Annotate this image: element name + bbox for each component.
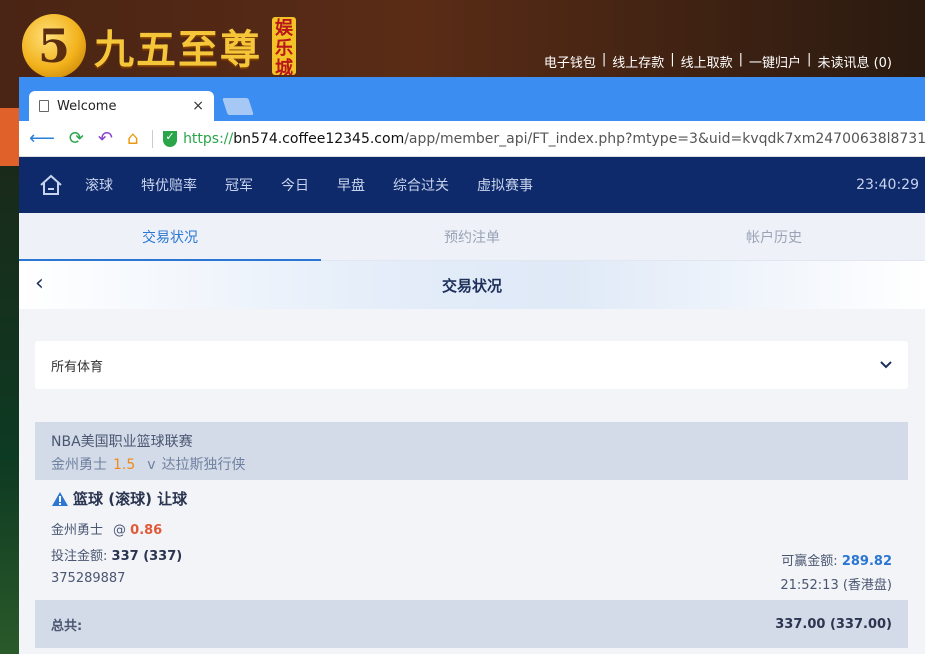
topnav-deposit[interactable]: 线上存款 (612, 52, 664, 71)
logo-tag: 娱乐城 (272, 17, 296, 75)
clock: 23:40:29 (856, 177, 919, 193)
league-name: NBA美国职业篮球联赛 (51, 434, 193, 450)
browser-tab-welcome[interactable]: Welcome × (29, 91, 214, 121)
topnav-messages[interactable]: 未读讯息 (0) (817, 52, 892, 71)
bet-type: 篮球 (滚球) 让球 (51, 488, 892, 509)
topnav-separator: | (670, 52, 675, 67)
nav-champion[interactable]: 冠军 (225, 175, 253, 195)
refresh-icon[interactable]: ⟳ (69, 128, 84, 149)
browser-window: Welcome × ⟵ ⟳ ↶ ⌂ https://bn574.coffee12… (19, 77, 925, 654)
tab-title: Welcome (57, 98, 117, 114)
odds-value: 0.86 (130, 523, 163, 538)
total-value: 337.00 (337.00) (775, 616, 892, 632)
document-icon (39, 100, 49, 112)
tab-reservations[interactable]: 预约注单 (321, 213, 623, 260)
win-value: 289.82 (841, 554, 892, 569)
bet-type-label: 篮球 (滚球) 让球 (73, 490, 188, 508)
stake-label: 投注金额: (51, 549, 108, 564)
browser-tab-strip: Welcome × (19, 77, 925, 121)
app-nav-bar: 滚球 特优赔率 冠军 今日 早盘 综合过关 虚拟赛事 23:40:29 (19, 157, 925, 213)
sport-filter-select[interactable]: 所有体育 (35, 341, 908, 389)
filter-label: 所有体育 (51, 359, 104, 375)
nav-today[interactable]: 今日 (281, 175, 309, 195)
close-icon[interactable]: × (192, 98, 204, 114)
topnav-wallet[interactable]: 电子钱包 (544, 52, 596, 71)
background-decoration (0, 108, 19, 166)
address-bar: ⟵ ⟳ ↶ ⌂ https://bn574.coffee12345.com/ap… (19, 121, 925, 157)
nav-virtual[interactable]: 虚拟赛事 (477, 175, 533, 195)
stake-value: 337 (337) (111, 549, 183, 564)
bet-time: 21:52:13 (香港盘) (780, 578, 892, 593)
total-label: 总共: (51, 618, 83, 634)
win-label: 可赢金额: (781, 554, 838, 569)
warning-icon (51, 491, 69, 507)
house-icon[interactable] (39, 174, 63, 196)
undo-icon[interactable]: ↶ (98, 128, 113, 149)
stake-row: 投注金额: 337 (337) (51, 545, 892, 564)
url-input[interactable]: https://bn574.coffee12345.com/app/member… (183, 131, 925, 147)
home-team: 金州勇士 (51, 457, 107, 473)
topnav-consolidate[interactable]: 一键归户 (749, 52, 801, 71)
bet-pick: 金州勇士 @ 0.86 (51, 519, 892, 538)
bet-card: NBA美国职业篮球联赛 金州勇士 1.5 v 达拉斯独行侠 篮球 (滚球) 让球 金州… (35, 422, 908, 648)
match-teams: 金州勇士 1.5 v 达拉斯独行侠 (51, 454, 892, 474)
topnav-separator: | (807, 52, 812, 67)
nav-parlay[interactable]: 综合过关 (393, 175, 449, 195)
bet-total-row: 总共: 337.00 (337.00) (35, 600, 908, 648)
ticket-id: 375289887 (51, 571, 126, 586)
bet-card-header: NBA美国职业篮球联赛 金州勇士 1.5 v 达拉斯独行侠 (35, 422, 908, 480)
odds-at: @ (113, 523, 127, 538)
handicap: 1.5 (113, 457, 136, 473)
vs-label: v (147, 457, 156, 473)
tab-transactions[interactable]: 交易状况 (19, 213, 321, 261)
pick-team: 金州勇士 (51, 523, 104, 538)
home-icon[interactable]: ⌂ (127, 128, 138, 149)
bet-card-body: 篮球 (滚球) 让球 金州勇士 @ 0.86 投注金额: 337 (337) 37… (35, 480, 908, 600)
topnav-separator: | (601, 52, 607, 67)
page-title: 交易状况 (441, 276, 502, 295)
site-top-nav: 电子钱包 | 线上存款 | 线上取款 | 一键归户 | 未读讯息 (0) (544, 52, 892, 71)
back-arrow-icon[interactable]: ⟵ (29, 128, 55, 149)
chevron-down-icon (880, 357, 892, 373)
topnav-separator: | (738, 52, 744, 67)
tab-account-history[interactable]: 帐户历史 (623, 213, 925, 260)
chevron-left-icon[interactable]: ‹ (35, 271, 44, 296)
divider (152, 129, 154, 148)
nav-early[interactable]: 早盘 (337, 175, 365, 195)
win-amount-row: 可赢金额: 289.82 (781, 550, 892, 569)
logo-emblem: 5 (22, 14, 86, 78)
sub-tabs: 交易状况 预约注单 帐户历史 (19, 213, 925, 261)
shield-icon[interactable] (163, 130, 178, 147)
background-decoration (0, 166, 19, 654)
logo-text: 九五至尊 (94, 26, 262, 73)
nav-live[interactable]: 滚球 (85, 175, 113, 195)
page-title-bar: ‹ 交易状况 (19, 261, 925, 309)
site-logo[interactable]: 5 九五至尊 娱乐城 (22, 14, 296, 78)
new-tab-button[interactable] (222, 98, 254, 115)
nav-special-odds[interactable]: 特优赔率 (141, 175, 197, 195)
away-team: 达拉斯独行侠 (161, 457, 246, 473)
topnav-withdraw[interactable]: 线上取款 (681, 52, 733, 71)
